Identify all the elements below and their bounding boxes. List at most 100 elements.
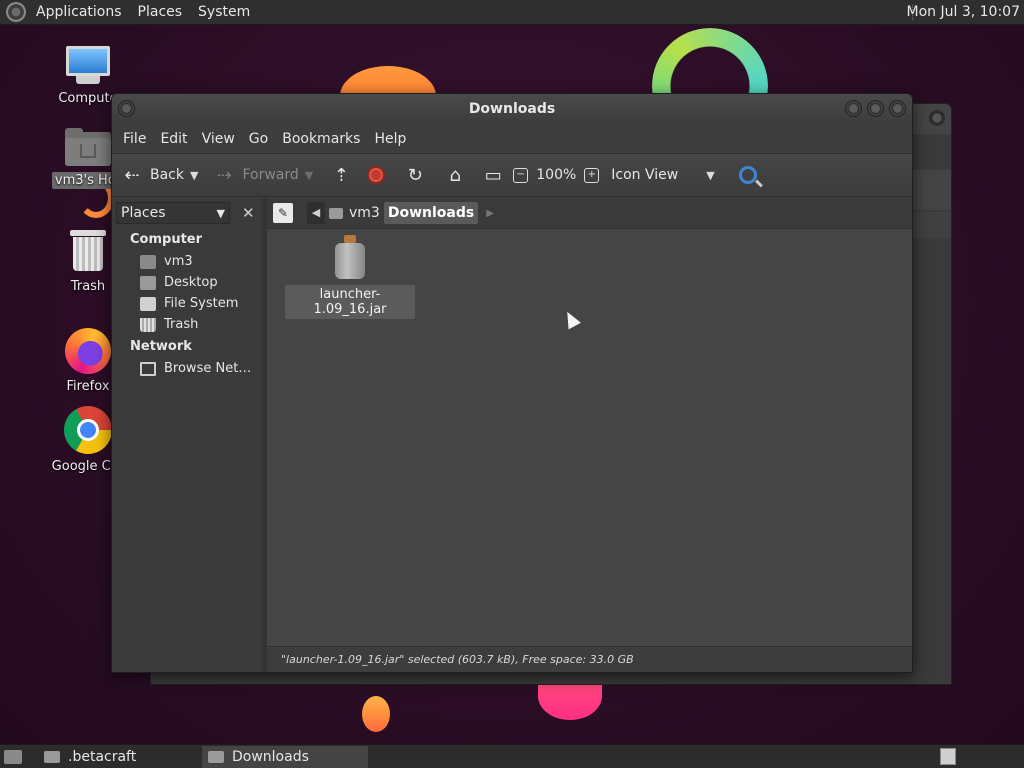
taskbar-item-downloads[interactable]: Downloads [202,745,368,768]
menu-applications[interactable]: Applications [28,0,130,25]
taskbar-item-betacraft[interactable]: .betacraft [38,746,198,768]
path-scroll-left-icon[interactable]: ◀ [307,202,325,224]
trash-icon [70,230,106,272]
show-desktop-icon[interactable] [4,749,22,764]
close-sidebar-icon[interactable]: ✕ [242,204,255,222]
drive-icon [140,296,156,311]
desktop-icon-label: Trash [70,279,106,294]
up-arrow-icon: ⇡ [333,164,349,186]
status-bar: "launcher-1.09_16.jar" selected (603.7 k… [267,646,912,672]
path-segment-label: vm3 [349,205,380,221]
window-titlebar[interactable]: Downloads [112,94,912,125]
distro-logo-icon[interactable] [6,2,26,22]
close-button[interactable] [889,100,906,117]
zoom-in-button[interactable]: + [584,167,600,183]
menu-view[interactable]: View [195,131,242,147]
zoom-level[interactable]: 100% [536,167,576,183]
sidebar-header: Places ▼ ✕ [112,198,262,228]
home-folder-icon: ⌂ [449,164,461,186]
chevron-down-icon: ▼ [216,206,225,220]
path-segment-label: Downloads [387,205,475,221]
sidebar-item-filesystem[interactable]: File System [112,293,262,314]
firefox-icon [65,328,111,374]
wallpaper-drop-shape [362,696,390,732]
search-button[interactable] [738,166,757,184]
sidebar-item-desktop[interactable]: Desktop [112,272,262,293]
menu-edit[interactable]: Edit [153,131,194,147]
back-button[interactable]: ⇠ Back ▼ [120,165,198,186]
forward-label: Forward [242,167,299,183]
desktop-folder-icon [140,275,156,290]
toolbar: ⇠ Back ▼ ⇢ Forward ▼ ⇡ ↻ ⌂ ▭ − 100% + Ic… [112,153,912,197]
zoom-out-button[interactable]: − [513,167,529,183]
computer-button[interactable]: ▭ [481,165,505,186]
forward-arrow-icon: ⇢ [216,164,233,186]
sidebar-item-browse-network[interactable]: Browse Net… [112,358,262,379]
window-menu-button[interactable] [118,100,135,117]
computer-icon [64,46,112,86]
taskbar-item-label: Downloads [232,748,309,765]
path-bar: ✎ ◀ vm3 Downloads ▶ [267,198,912,228]
home-button[interactable]: ⌂ [443,165,467,186]
jar-file-icon [335,235,365,279]
sidebar-item-label: Trash [164,317,199,332]
view-mode-label: Icon View [611,167,679,183]
taskbar-item-label: .betacraft [68,748,137,765]
chrome-icon [64,406,112,454]
home-folder-icon [65,128,111,166]
edit-location-icon[interactable]: ✎ [273,203,293,223]
home-folder-icon [329,207,343,219]
sidebar-section-network: Network [130,339,192,354]
reload-button[interactable]: ↻ [403,165,427,186]
top-panel: Applications Places System Mon Jul 3, 10… [0,0,1024,25]
file-item[interactable]: launcher-1.09_16.jar [285,235,415,319]
network-icon [140,361,156,376]
sidebar-item-label: Browse Net… [164,361,252,376]
path-scroll-right-icon[interactable]: ▶ [486,208,494,219]
content-area: Places ▼ ✕ Computer vm3 Desktop File Sys… [112,198,912,672]
sidebar-item-home[interactable]: vm3 [112,251,262,272]
workspace-switcher[interactable] [940,748,956,765]
up-button[interactable]: ⇡ [329,165,353,186]
menu-system[interactable]: System [190,0,258,25]
zoom-out-icon: − [513,167,529,183]
menu-go[interactable]: Go [242,131,275,147]
sidebar-type-label: Places [121,205,166,221]
back-arrow-icon: ⇠ [124,164,140,186]
chevron-down-icon: ▼ [706,168,715,182]
sidebar-item-label: File System [164,296,239,311]
sidebar-item-trash[interactable]: Trash [112,314,262,335]
folder-icon [208,750,224,763]
places-sidebar: Places ▼ ✕ Computer vm3 Desktop File Sys… [112,198,262,672]
sidebar-item-label: vm3 [164,254,193,269]
sidebar-section-computer: Computer [130,232,203,247]
home-folder-icon [140,254,156,269]
background-window-close-button[interactable] [929,110,945,126]
desktop-icon-label: Firefox [66,379,110,394]
window-title: Downloads [468,101,556,117]
view-mode-select[interactable]: Icon View ▼ [611,167,714,183]
file-manager-window: Downloads File Edit View Go Bookmarks He… [111,93,913,673]
menu-places[interactable]: Places [130,0,191,25]
menu-help[interactable]: Help [367,131,413,147]
file-name: launcher-1.09_16.jar [285,285,415,319]
sidebar-type-select[interactable]: Places ▼ [116,202,230,224]
path-segment-downloads[interactable]: Downloads [383,202,479,224]
menu-file[interactable]: File [116,131,153,147]
maximize-button[interactable] [867,100,884,117]
menu-bookmarks[interactable]: Bookmarks [275,131,367,147]
forward-history-dropdown-icon[interactable]: ▼ [305,169,313,182]
forward-button[interactable]: ⇢ Forward ▼ [212,165,313,186]
clock[interactable]: Mon Jul 3, 10:07 [907,0,1020,25]
stop-button[interactable] [367,166,386,184]
bottom-taskbar: .betacraft Downloads [0,744,1024,768]
computer-icon: ▭ [484,164,502,186]
path-segment-vm3[interactable]: vm3 [325,202,384,224]
minimize-button[interactable] [845,100,862,117]
menubar: File Edit View Go Bookmarks Help [112,125,912,153]
search-icon [738,166,757,184]
reload-icon: ↻ [407,164,423,186]
file-icon-view[interactable]: launcher-1.09_16.jar [267,228,912,646]
back-label: Back [150,167,184,183]
back-history-dropdown-icon[interactable]: ▼ [190,169,198,182]
